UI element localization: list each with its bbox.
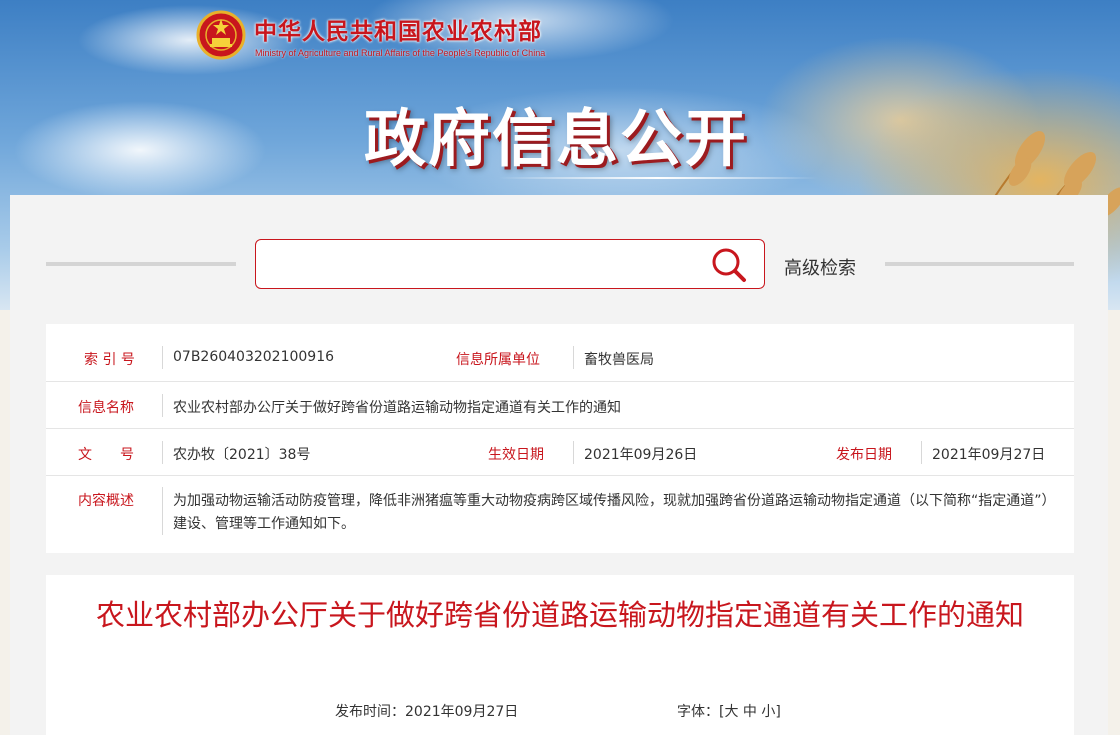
advanced-search-link[interactable]: 高级检索 xyxy=(784,254,856,280)
unit-label: 信息所属单位 xyxy=(456,352,540,368)
separator xyxy=(162,441,163,464)
separator xyxy=(162,394,163,417)
search-divider-left xyxy=(46,262,236,266)
font-large-option[interactable]: 大 xyxy=(724,704,738,720)
summary-value: 为加强动物运输活动防疫管理，降低非洲猪瘟等重大动物疫病跨区域传播风险，现就加强跨… xyxy=(173,493,1056,532)
font-size-control: 字体：[大 中 小] xyxy=(677,701,781,721)
publish-time-value: 2021年09月27日 xyxy=(405,704,519,720)
page-title: 政府信息公开 xyxy=(364,102,749,175)
article-title: 农业农村部办公厅关于做好跨省份道路运输动物指定通道有关工作的通知 xyxy=(95,598,1024,632)
publish-date-value: 2021年09月27日 xyxy=(932,447,1046,463)
separator xyxy=(921,441,922,464)
info-row-name: 信息名称 农业农村部办公厅关于做好跨省份道路运输动物指定通道有关工作的通知 xyxy=(46,381,1074,429)
index-label: 索 引 号 xyxy=(84,352,135,368)
publish-time-label: 发布时间： xyxy=(335,704,405,720)
publish-date-label: 发布日期 xyxy=(836,447,892,463)
font-medium-option[interactable]: 中 xyxy=(743,704,757,720)
font-small-option[interactable]: 小 xyxy=(761,704,775,720)
name-label: 信息名称 xyxy=(78,400,134,416)
search-divider-right xyxy=(885,262,1074,266)
search-box[interactable] xyxy=(255,239,765,289)
separator xyxy=(162,346,163,369)
separator xyxy=(573,346,574,369)
unit-value: 畜牧兽医局 xyxy=(584,352,654,368)
doc-number-value: 农办牧〔2021〕38号 xyxy=(173,447,311,463)
search-icon[interactable] xyxy=(708,244,748,284)
font-size-label: 字体： xyxy=(677,704,719,720)
font-bracket-close: ] xyxy=(775,704,781,720)
publish-time: 发布时间：2021年09月27日 xyxy=(335,701,518,721)
ministry-name-en: Ministry of Agriculture and Rural Affair… xyxy=(255,48,546,58)
name-value: 农业农村部办公厅关于做好跨省份道路运输动物指定通道有关工作的通知 xyxy=(173,400,621,416)
doc-number-label: 文 号 xyxy=(78,447,134,463)
effective-date-label: 生效日期 xyxy=(488,447,544,463)
search-input[interactable] xyxy=(266,248,700,282)
ministry-name-cn: 中华人民共和国农业农村部 xyxy=(254,19,542,45)
effective-date-value: 2021年09月26日 xyxy=(584,447,698,463)
national-emblem-icon xyxy=(196,10,246,60)
index-value: 07B260403202100916 xyxy=(173,349,335,365)
info-table: 索 引 号 07B260403202100916 信息所属单位 畜牧兽医局 信息… xyxy=(46,324,1074,553)
info-row-doc: 文 号 农办牧〔2021〕38号 生效日期 2021年09月26日 发布日期 2… xyxy=(46,428,1074,476)
summary-label: 内容概述 xyxy=(78,493,134,509)
separator xyxy=(573,441,574,464)
separator xyxy=(162,487,163,535)
info-row-index: 索 引 号 07B260403202100916 信息所属单位 畜牧兽医局 xyxy=(46,324,1074,382)
title-underline xyxy=(498,177,818,179)
article-card: 农业农村部办公厅关于做好跨省份道路运输动物指定通道有关工作的通知 发布时间：20… xyxy=(46,575,1074,735)
